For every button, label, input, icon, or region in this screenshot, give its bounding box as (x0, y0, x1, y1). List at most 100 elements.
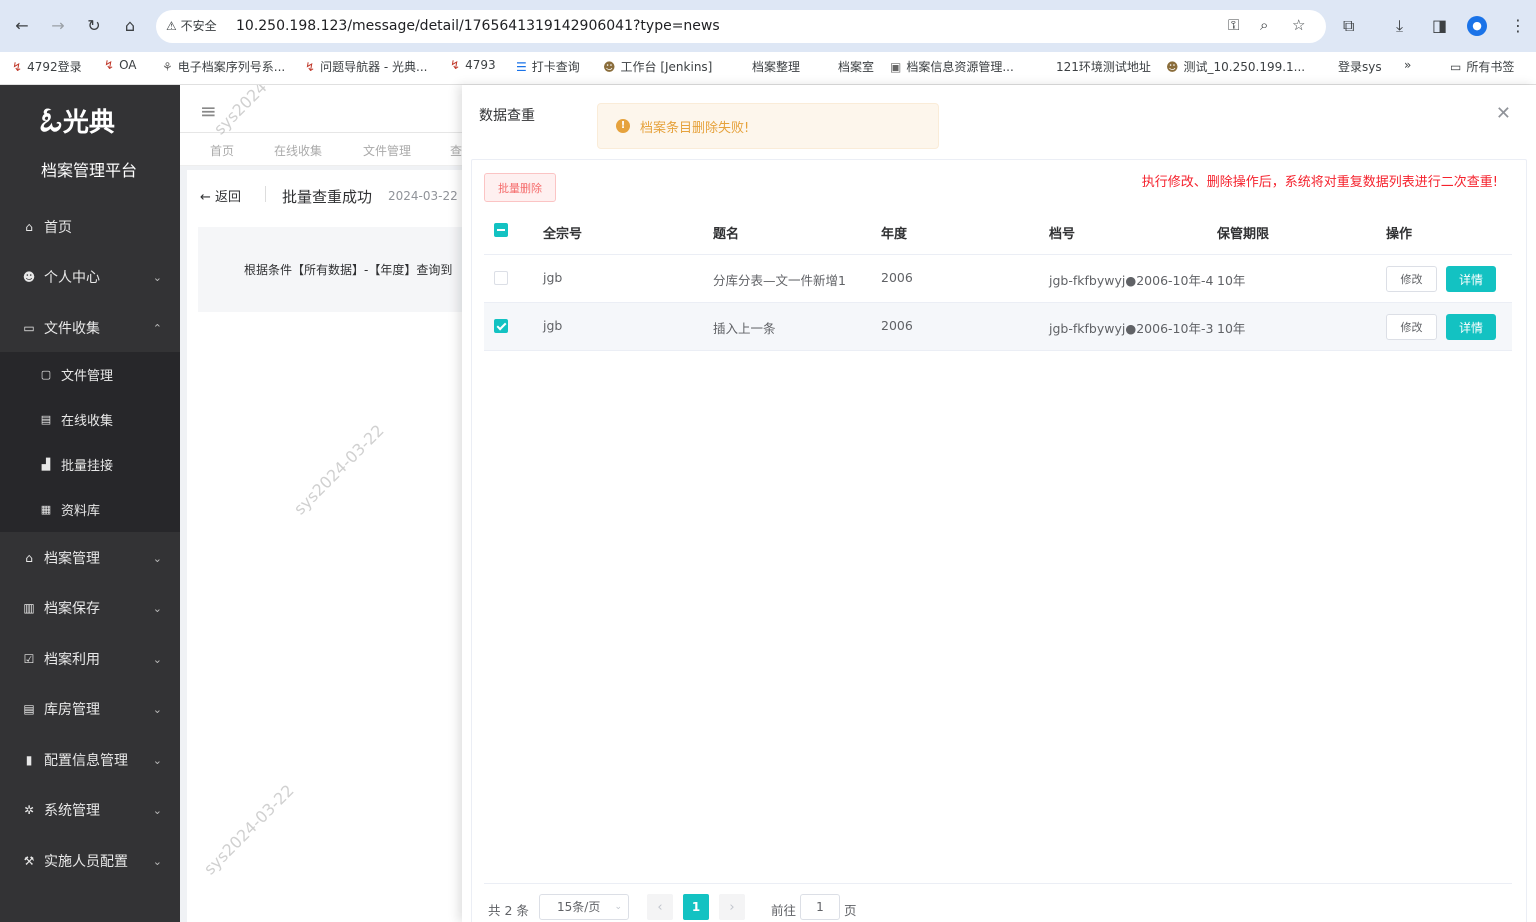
chart-icon: ▟ (41, 458, 51, 471)
logo-mark-icon: ಓ (38, 100, 61, 140)
row-checkbox[interactable] (494, 271, 508, 285)
jenkins-icon: ☻ (603, 59, 616, 74)
close-icon[interactable]: ✕ (1496, 103, 1511, 124)
column-header: 档号 (1049, 227, 1076, 242)
archive-icon: ▥ (23, 601, 35, 615)
sidepanel-icon[interactable]: ◨ (1432, 16, 1447, 35)
wrench-icon: ⚒ (23, 854, 35, 868)
clipboard-icon: ▮ (25, 753, 33, 767)
watermark: sys2024-03-22 (210, 85, 308, 139)
calendar-icon: ▦ (40, 503, 52, 516)
detail-button[interactable]: 详情 (1446, 266, 1496, 292)
sidebar-item-implementer[interactable]: ⚒ 实施人员配置 ⌄ (0, 838, 180, 884)
sidebar-item-file-collection[interactable]: ▭ 文件收集 ⌃ (0, 305, 180, 351)
bookmark-item[interactable]: 档案室 (838, 58, 874, 75)
extensions-icon[interactable]: ⧉ (1343, 16, 1354, 36)
sidebar-subitem-online-collect[interactable]: ▤ 在线收集 (0, 397, 180, 442)
star-icon[interactable]: ☆ (1292, 16, 1305, 34)
row-checkbox[interactable] (494, 319, 508, 333)
bookmark-item[interactable]: ▣ 档案信息资源管理... (890, 58, 1014, 75)
profile-avatar[interactable]: ● (1467, 16, 1487, 36)
platform-name: 档案管理平台 (41, 161, 138, 180)
all-bookmarks[interactable]: ▭ 所有书签 (1450, 58, 1514, 75)
sidebar-subitem-library[interactable]: ▦ 资料库 (0, 487, 180, 532)
sidebar-item-home[interactable]: ⌂ 首页 (0, 204, 180, 250)
chevron-down-icon: ⌄ (152, 270, 162, 284)
batch-delete-button[interactable]: 批量删除 (484, 173, 556, 202)
cell-code: jgb-fkfbywyj●2006-10年-4 (1049, 273, 1214, 288)
bookmark-logo-icon: ⚘ (162, 59, 173, 74)
edit-button[interactable]: 修改 (1386, 266, 1437, 292)
bookmark-item[interactable]: ↯ 问题导航器 - 光典... (305, 58, 427, 75)
bookmark-item[interactable]: ☻ 测试_10.250.199.1... (1166, 58, 1305, 75)
forward-arrow-icon[interactable]: → (47, 14, 69, 36)
sidebar-item-config[interactable]: ▮ 配置信息管理 ⌄ (0, 737, 180, 783)
bookmark-logo-icon: ↯ (450, 58, 461, 72)
sidebar-subitem-file-manage[interactable]: ▢ 文件管理 (0, 352, 180, 397)
menu-dots-icon[interactable]: ⋮ (1510, 16, 1526, 35)
folder-icon: ▭ (1450, 59, 1462, 74)
sidebar-item-archive-save[interactable]: ▥ 档案保存 ⌄ (0, 585, 180, 631)
next-page-button[interactable]: › (719, 894, 745, 920)
key-icon[interactable]: ⚿ (1228, 16, 1239, 34)
warehouse-icon: ▤ (23, 702, 35, 716)
sidebar-item-warehouse[interactable]: ▤ 库房管理 ⌄ (0, 686, 180, 732)
goto-page-input[interactable]: 1 (800, 894, 840, 920)
chevron-down-icon: ⌄ (614, 902, 622, 912)
sidebar-item-personal[interactable]: ☻ 个人中心 ⌄ (0, 254, 180, 300)
bookmark-item[interactable]: ☻ 工作台 [Jenkins] (603, 58, 712, 75)
security-warning[interactable]: ⚠ 不安全 (166, 17, 217, 34)
more-bookmarks[interactable]: » (1404, 58, 1411, 72)
select-all-checkbox[interactable] (494, 223, 508, 237)
bookmark-item[interactable]: ⚘ 电子档案序列号系... (162, 58, 285, 75)
app-logo: ಓ光典 (38, 100, 115, 140)
bank-icon: ⌂ (25, 551, 33, 565)
table-row: jgb 插入上一条 2006 jgb-fkfbywyj●2006-10年-3 1… (484, 303, 1512, 351)
table-row: jgb 分库分表—文一件新增1 2006 jgb-fkfbywyj●2006-1… (484, 255, 1512, 303)
folder-icon: ▭ (23, 321, 35, 335)
detail-button[interactable]: 详情 (1446, 314, 1496, 340)
check-icon: ☑ (23, 652, 35, 666)
edit-button[interactable]: 修改 (1386, 314, 1437, 340)
sidebar-item-system[interactable]: ✲ 系统管理 ⌄ (0, 787, 180, 833)
home-icon: ⌂ (25, 220, 33, 234)
image-icon: ▣ (890, 59, 902, 74)
home-icon[interactable]: ⌂ (119, 14, 141, 36)
sidebar-item-archive-use[interactable]: ☑ 档案利用 ⌄ (0, 636, 180, 682)
notice-text: 执行修改、删除操作后，系统将对重复数据列表进行二次查重! (1141, 175, 1498, 190)
bookmark-item[interactable]: 档案整理 (752, 58, 800, 75)
bookmark-item[interactable]: 121环境测试地址 (1056, 58, 1151, 75)
bookmark-item[interactable]: ☰ 打卡查询 (516, 58, 580, 75)
page-number-current[interactable]: 1 (683, 894, 709, 920)
form-icon: ▤ (40, 413, 52, 426)
chevron-down-icon: ⌄ (152, 601, 162, 615)
drawer-title: 数据查重 (479, 108, 535, 124)
sidebar-item-archive-manage[interactable]: ⌂ 档案管理 ⌄ (0, 535, 180, 581)
address-bar[interactable]: ⚠ 不安全 10.250.198.123/message/detail/1765… (156, 10, 1326, 43)
bookmark-item[interactable]: ↯ 4793 (450, 58, 496, 72)
cell-fonds: jgb (543, 270, 563, 285)
chevron-down-icon: ⌄ (152, 551, 162, 565)
url-text[interactable]: 10.250.198.123/message/detail/1765641319… (236, 18, 720, 34)
zoom-icon[interactable]: ⌕ (1260, 16, 1268, 34)
bookmark-logo-icon: ↯ (12, 59, 23, 74)
error-alert: ! 档案条目删除失败! (597, 103, 939, 149)
bookmark-item[interactable]: ↯ 4792登录 (12, 58, 82, 75)
prev-page-button[interactable]: ‹ (647, 894, 673, 920)
column-header: 保管期限 (1217, 227, 1270, 242)
warning-icon: ! (616, 119, 630, 133)
download-icon[interactable]: ⤓ (1396, 16, 1403, 36)
cell-code: jgb-fkfbywyj●2006-10年-3 (1049, 321, 1214, 336)
page-unit-label: 页 (844, 903, 857, 918)
bookmark-item[interactable]: 登录sys (1338, 58, 1382, 75)
column-header: 年度 (881, 227, 908, 242)
reload-icon[interactable]: ↻ (83, 14, 105, 36)
cell-year: 2006 (881, 318, 913, 333)
column-header: 题名 (713, 227, 740, 242)
watermark: sys2024-03-22 (290, 420, 388, 519)
column-header: 全宗号 (543, 227, 583, 242)
sidebar-subitem-batch-attach[interactable]: ▟ 批量挂接 (0, 442, 180, 487)
bookmark-item[interactable]: ↯ OA (104, 58, 137, 72)
back-arrow-icon[interactable]: ← (11, 14, 33, 36)
page-size-select[interactable]: 15条/页 ⌄ (539, 894, 629, 920)
